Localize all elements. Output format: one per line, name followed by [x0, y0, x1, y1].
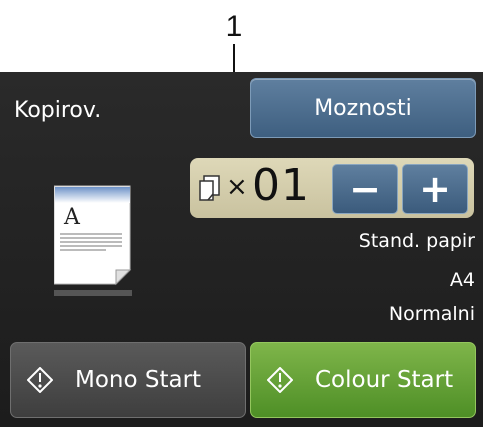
copies-multiplier: × — [226, 172, 248, 202]
plus-icon: + — [419, 167, 451, 211]
copies-icon — [199, 175, 220, 201]
colour-start-label: Colour Start — [315, 367, 454, 393]
preview-letter: A — [63, 205, 81, 230]
document-preview-icon: A — [54, 185, 132, 296]
start-diamond-icon — [267, 367, 293, 393]
options-button-label: Moznosti — [314, 95, 412, 121]
touchscreen-panel: Kopirov. Moznosti × 01 − + A Stand. papi… — [0, 72, 483, 427]
setting-paper-type: Stand. papir — [358, 230, 475, 252]
screen-title: Kopirov. — [14, 98, 102, 123]
setting-quality: Normalni — [388, 303, 475, 325]
copies-value: 01 — [252, 160, 310, 211]
setting-paper-size: A4 — [449, 269, 475, 291]
mono-start-label: Mono Start — [75, 367, 202, 393]
callout-number: 1 — [225, 10, 243, 43]
minus-icon: − — [349, 167, 381, 211]
colour-start-button[interactable]: Colour Start — [250, 342, 476, 418]
options-button[interactable]: Moznosti — [250, 78, 476, 138]
copies-panel: × 01 − + — [190, 158, 474, 218]
decrease-copies-button[interactable]: − — [332, 164, 398, 214]
increase-copies-button[interactable]: + — [402, 164, 468, 214]
mono-start-button[interactable]: Mono Start — [10, 342, 246, 418]
start-diamond-icon — [27, 367, 53, 393]
